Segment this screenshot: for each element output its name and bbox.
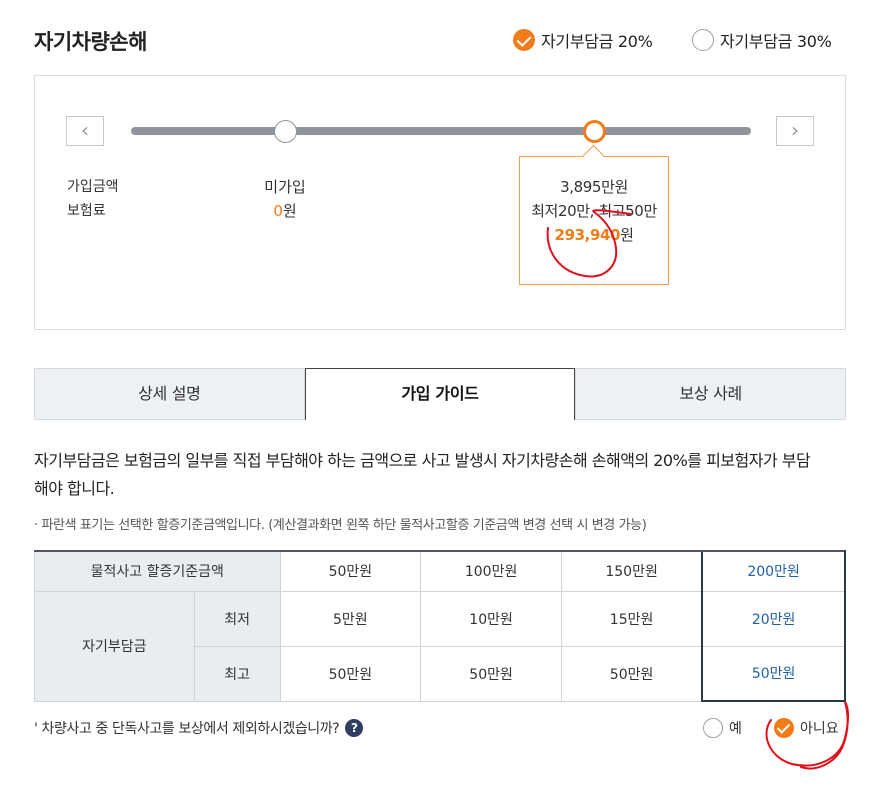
table-row-label: 최저 (193, 590, 281, 647)
slider-knob-not-joined[interactable] (274, 120, 297, 143)
not-joined-option[interactable]: 미가입 0원 (263, 175, 307, 223)
selected-plan-box[interactable]: 3,895만원 최저20만, 최고50만 293,940원 (519, 156, 669, 285)
table-row-group-label: 자기부담금 (34, 590, 195, 702)
exclusion-no-label: 아니요 (800, 721, 839, 737)
table-cell: 50만원 (420, 645, 562, 702)
check-icon (513, 29, 535, 51)
selected-plan-amount: 3,895만원 (560, 178, 628, 196)
table-cell-selected: 20만원 (701, 590, 846, 647)
chevron-left-icon: ‹ (81, 118, 89, 142)
exclusion-question-text: ' 차량사고 중 단독사고를 보상에서 제외하시겠습니까? (34, 721, 340, 737)
deductible-30-label: 자기부담금 30% (720, 32, 832, 51)
slider-track[interactable] (131, 127, 751, 135)
radio-icon (692, 29, 714, 51)
chevron-right-icon: › (791, 118, 799, 142)
exclusion-no-option[interactable]: 아니요 (774, 718, 839, 738)
not-joined-premium: 0 (273, 202, 283, 220)
tab-guide[interactable]: 가입 가이드 (304, 368, 576, 420)
exclusion-question: ' 차량사고 중 단독사고를 보상에서 제외하시겠습니까? ? (34, 718, 364, 738)
help-icon[interactable]: ? (345, 719, 364, 737)
tab-detail[interactable]: 상세 설명 (34, 368, 305, 420)
table-cell: 5만원 (279, 590, 422, 647)
slider-prev-button[interactable]: ‹ (66, 116, 104, 146)
table-col-header-selected: 200만원 (701, 550, 846, 592)
tab-claim-cases[interactable]: 보상 사례 (575, 368, 847, 420)
guide-description: 자기부담금은 보험금의 일부를 직접 부담해야 하는 금액으로 사고 발생시 자… (34, 451, 811, 498)
check-icon (774, 718, 794, 738)
table-cell: 15만원 (560, 590, 703, 647)
table-col-header: 150만원 (560, 550, 703, 592)
slider-next-button[interactable]: › (776, 116, 814, 146)
guide-note: · 파란색 표기는 선택한 할증기준금액입니다. (계산결과화면 왼쪽 하단 물… (34, 518, 647, 533)
selected-plan-premium: 293,940 (554, 226, 621, 244)
exclusion-yes-option[interactable]: 예 (703, 718, 742, 738)
info-tabs: 상세 설명 가입 가이드 보상 사례 (34, 368, 847, 420)
coverage-slider-panel: ‹ › 가입금액 보험료 미가입 0원 3,895만원 최저20만, 최고50만… (34, 75, 846, 330)
selected-plan-range: 최저20만, 최고50만 (531, 202, 657, 220)
label-premium: 보험료 (67, 203, 106, 219)
row-labels: 가입금액 보험료 (67, 175, 119, 223)
not-joined-label: 미가입 (264, 178, 306, 196)
exclusion-yes-label: 예 (729, 721, 742, 737)
table-cell: 50만원 (560, 645, 703, 702)
deductible-table: 물적사고 할증기준금액 50만원 100만원 150만원 200만원 자기부담금… (34, 550, 846, 702)
selected-plan-unit: 원 (620, 226, 634, 244)
table-header-label: 물적사고 할증기준금액 (34, 550, 281, 592)
table-cell: 10만원 (420, 590, 562, 647)
section-title: 자기차량손해 (34, 30, 147, 54)
slider-knob-selected[interactable] (583, 120, 606, 143)
radio-icon (703, 718, 723, 738)
label-coverage-amount: 가입금액 (67, 179, 119, 195)
table-cell-selected: 50만원 (701, 645, 846, 702)
deductible-20-label: 자기부담금 20% (541, 32, 653, 51)
table-cell: 50만원 (279, 645, 422, 702)
table-col-header: 50만원 (279, 550, 422, 592)
deductible-30-option[interactable]: 자기부담금 30% (692, 28, 832, 52)
table-row-label: 최고 (193, 645, 281, 702)
not-joined-unit: 원 (282, 202, 297, 220)
deductible-20-option[interactable]: 자기부담금 20% (513, 28, 653, 52)
table-col-header: 100만원 (420, 550, 562, 592)
